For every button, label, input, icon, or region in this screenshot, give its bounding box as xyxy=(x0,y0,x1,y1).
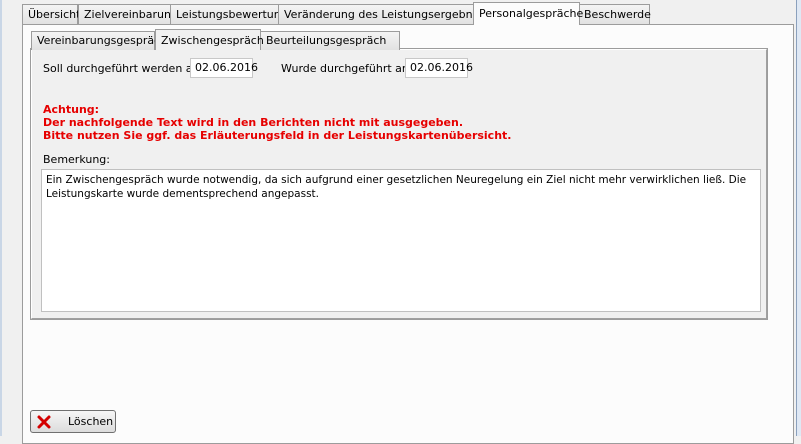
planned-date-field[interactable]: 02.06.2016 xyxy=(190,58,258,78)
warning-heading: Achtung: xyxy=(43,103,100,116)
tab-label: Leistungsbewertung xyxy=(176,8,288,21)
delete-x-icon xyxy=(37,415,51,429)
done-date-value: 02.06.2016 xyxy=(410,61,473,74)
tab-label: Personalgespräche xyxy=(479,7,584,20)
tab-beurteilungsgespraech[interactable]: Beurteilungsgespräch xyxy=(260,31,400,50)
planned-date-label: Soll durchgeführt werden am: xyxy=(43,62,207,75)
tab-label: Zwischengespräch xyxy=(161,34,264,47)
delete-button-label: Löschen xyxy=(68,415,114,428)
tab-leistungsbewertung[interactable]: Leistungsbewertung xyxy=(170,4,292,24)
tab-label: Vereinbarungsgespräch xyxy=(37,34,168,47)
warning-line-1: Der nachfolgende Text wird in den Berich… xyxy=(43,116,464,129)
remark-label: Bemerkung: xyxy=(43,153,110,166)
window-border-left xyxy=(0,0,2,436)
tab-personalgespraeche[interactable]: Personalgespräche xyxy=(473,2,584,25)
done-date-field[interactable]: 02.06.2016 xyxy=(405,58,473,78)
tab-beschwerde[interactable]: Beschwerde xyxy=(578,4,651,24)
tab-zwischengespraech[interactable]: Zwischengespräch xyxy=(155,29,264,50)
tab-label: Übersicht xyxy=(28,8,81,21)
tab-veraenderung[interactable]: Veränderung des Leistungsergebnisses xyxy=(278,4,500,24)
window-scrollbar-edge xyxy=(796,0,801,436)
remark-textarea[interactable]: Ein Zwischengespräch wurde notwendig, da… xyxy=(41,169,761,312)
planned-date-value: 02.06.2016 xyxy=(195,61,258,74)
warning-line-2: Bitte nutzen Sie ggf. das Erläuterungsfe… xyxy=(43,129,512,142)
tab-label: Beurteilungsgespräch xyxy=(266,34,387,47)
tab-vereinbarungsgespraech[interactable]: Vereinbarungsgespräch xyxy=(31,31,167,50)
tab-label: Veränderung des Leistungsergebnisses xyxy=(284,8,500,21)
tab-uebersicht[interactable]: Übersicht xyxy=(22,4,81,24)
remark-text: Ein Zwischengespräch wurde notwendig, da… xyxy=(46,174,747,200)
tab-label: Beschwerde xyxy=(584,8,651,21)
delete-button[interactable]: Löschen xyxy=(30,410,116,433)
done-date-label: Wurde durchgeführt am: xyxy=(281,62,417,75)
tab-label: Zielvereinbarung xyxy=(84,8,178,21)
